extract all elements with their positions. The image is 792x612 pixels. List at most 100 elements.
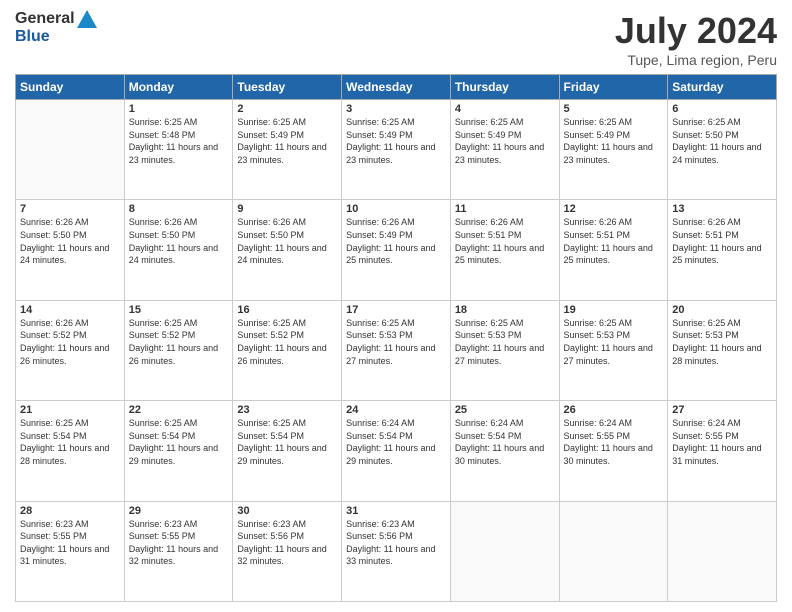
day-info: Sunrise: 6:26 AM Sunset: 5:50 PM Dayligh…	[129, 216, 229, 266]
logo: General Blue	[15, 10, 97, 46]
page: General Blue July 2024 Tupe, Lima region…	[0, 0, 792, 612]
calendar-cell: 12 Sunrise: 6:26 AM Sunset: 5:51 PM Dayl…	[559, 200, 668, 300]
calendar-cell	[450, 501, 559, 601]
calendar-cell: 20 Sunrise: 6:25 AM Sunset: 5:53 PM Dayl…	[668, 300, 777, 400]
day-number: 13	[672, 203, 772, 215]
calendar-week-2: 14 Sunrise: 6:26 AM Sunset: 5:52 PM Dayl…	[16, 300, 777, 400]
day-info: Sunrise: 6:26 AM Sunset: 5:51 PM Dayligh…	[672, 216, 772, 266]
calendar-cell	[16, 100, 125, 200]
day-info: Sunrise: 6:26 AM Sunset: 5:51 PM Dayligh…	[564, 216, 664, 266]
calendar-header-thursday: Thursday	[450, 75, 559, 100]
day-info: Sunrise: 6:25 AM Sunset: 5:54 PM Dayligh…	[237, 417, 337, 467]
day-info: Sunrise: 6:25 AM Sunset: 5:49 PM Dayligh…	[237, 116, 337, 166]
day-number: 25	[455, 404, 555, 416]
day-info: Sunrise: 6:26 AM Sunset: 5:51 PM Dayligh…	[455, 216, 555, 266]
day-number: 17	[346, 304, 446, 316]
calendar-cell: 6 Sunrise: 6:25 AM Sunset: 5:50 PM Dayli…	[668, 100, 777, 200]
day-number: 12	[564, 203, 664, 215]
day-info: Sunrise: 6:25 AM Sunset: 5:50 PM Dayligh…	[672, 116, 772, 166]
day-info: Sunrise: 6:24 AM Sunset: 5:54 PM Dayligh…	[346, 417, 446, 467]
calendar-cell: 18 Sunrise: 6:25 AM Sunset: 5:53 PM Dayl…	[450, 300, 559, 400]
day-info: Sunrise: 6:25 AM Sunset: 5:53 PM Dayligh…	[672, 317, 772, 367]
day-info: Sunrise: 6:25 AM Sunset: 5:53 PM Dayligh…	[346, 317, 446, 367]
header: General Blue July 2024 Tupe, Lima region…	[15, 10, 777, 68]
calendar-cell: 26 Sunrise: 6:24 AM Sunset: 5:55 PM Dayl…	[559, 401, 668, 501]
calendar-cell: 8 Sunrise: 6:26 AM Sunset: 5:50 PM Dayli…	[124, 200, 233, 300]
day-info: Sunrise: 6:24 AM Sunset: 5:54 PM Dayligh…	[455, 417, 555, 467]
calendar-cell: 25 Sunrise: 6:24 AM Sunset: 5:54 PM Dayl…	[450, 401, 559, 501]
day-number: 3	[346, 103, 446, 115]
day-number: 27	[672, 404, 772, 416]
logo-icon	[77, 10, 97, 28]
day-number: 29	[129, 505, 229, 517]
calendar-cell: 30 Sunrise: 6:23 AM Sunset: 5:56 PM Dayl…	[233, 501, 342, 601]
day-number: 20	[672, 304, 772, 316]
calendar-header-saturday: Saturday	[668, 75, 777, 100]
calendar-cell	[668, 501, 777, 601]
day-info: Sunrise: 6:25 AM Sunset: 5:52 PM Dayligh…	[237, 317, 337, 367]
title-section: July 2024 Tupe, Lima region, Peru	[615, 10, 777, 68]
calendar-cell: 13 Sunrise: 6:26 AM Sunset: 5:51 PM Dayl…	[668, 200, 777, 300]
logo-blue: Blue	[15, 28, 50, 45]
day-info: Sunrise: 6:25 AM Sunset: 5:49 PM Dayligh…	[564, 116, 664, 166]
day-number: 5	[564, 103, 664, 115]
day-number: 23	[237, 404, 337, 416]
calendar-cell: 3 Sunrise: 6:25 AM Sunset: 5:49 PM Dayli…	[342, 100, 451, 200]
day-info: Sunrise: 6:25 AM Sunset: 5:53 PM Dayligh…	[455, 317, 555, 367]
day-number: 1	[129, 103, 229, 115]
day-number: 8	[129, 203, 229, 215]
day-number: 22	[129, 404, 229, 416]
calendar-cell: 16 Sunrise: 6:25 AM Sunset: 5:52 PM Dayl…	[233, 300, 342, 400]
day-info: Sunrise: 6:25 AM Sunset: 5:54 PM Dayligh…	[129, 417, 229, 467]
day-number: 31	[346, 505, 446, 517]
calendar-cell: 23 Sunrise: 6:25 AM Sunset: 5:54 PM Dayl…	[233, 401, 342, 501]
day-number: 21	[20, 404, 120, 416]
day-info: Sunrise: 6:26 AM Sunset: 5:50 PM Dayligh…	[20, 216, 120, 266]
location: Tupe, Lima region, Peru	[615, 52, 777, 68]
calendar-cell: 21 Sunrise: 6:25 AM Sunset: 5:54 PM Dayl…	[16, 401, 125, 501]
day-number: 30	[237, 505, 337, 517]
day-info: Sunrise: 6:25 AM Sunset: 5:48 PM Dayligh…	[129, 116, 229, 166]
day-number: 24	[346, 404, 446, 416]
calendar-cell: 9 Sunrise: 6:26 AM Sunset: 5:50 PM Dayli…	[233, 200, 342, 300]
day-number: 14	[20, 304, 120, 316]
calendar-cell: 22 Sunrise: 6:25 AM Sunset: 5:54 PM Dayl…	[124, 401, 233, 501]
day-info: Sunrise: 6:25 AM Sunset: 5:52 PM Dayligh…	[129, 317, 229, 367]
day-info: Sunrise: 6:26 AM Sunset: 5:52 PM Dayligh…	[20, 317, 120, 367]
calendar-header-monday: Monday	[124, 75, 233, 100]
day-number: 28	[20, 505, 120, 517]
calendar-cell: 17 Sunrise: 6:25 AM Sunset: 5:53 PM Dayl…	[342, 300, 451, 400]
day-number: 4	[455, 103, 555, 115]
calendar-cell: 27 Sunrise: 6:24 AM Sunset: 5:55 PM Dayl…	[668, 401, 777, 501]
day-info: Sunrise: 6:25 AM Sunset: 5:53 PM Dayligh…	[564, 317, 664, 367]
calendar-cell: 24 Sunrise: 6:24 AM Sunset: 5:54 PM Dayl…	[342, 401, 451, 501]
calendar-week-0: 1 Sunrise: 6:25 AM Sunset: 5:48 PM Dayli…	[16, 100, 777, 200]
logo-general: General	[15, 10, 75, 28]
day-number: 19	[564, 304, 664, 316]
calendar-header-wednesday: Wednesday	[342, 75, 451, 100]
calendar-cell: 5 Sunrise: 6:25 AM Sunset: 5:49 PM Dayli…	[559, 100, 668, 200]
day-number: 2	[237, 103, 337, 115]
day-info: Sunrise: 6:25 AM Sunset: 5:49 PM Dayligh…	[455, 116, 555, 166]
day-info: Sunrise: 6:26 AM Sunset: 5:49 PM Dayligh…	[346, 216, 446, 266]
calendar-cell: 10 Sunrise: 6:26 AM Sunset: 5:49 PM Dayl…	[342, 200, 451, 300]
day-info: Sunrise: 6:26 AM Sunset: 5:50 PM Dayligh…	[237, 216, 337, 266]
calendar-cell: 14 Sunrise: 6:26 AM Sunset: 5:52 PM Dayl…	[16, 300, 125, 400]
day-number: 16	[237, 304, 337, 316]
day-info: Sunrise: 6:24 AM Sunset: 5:55 PM Dayligh…	[564, 417, 664, 467]
calendar-cell: 19 Sunrise: 6:25 AM Sunset: 5:53 PM Dayl…	[559, 300, 668, 400]
calendar-cell: 31 Sunrise: 6:23 AM Sunset: 5:56 PM Dayl…	[342, 501, 451, 601]
calendar-cell: 28 Sunrise: 6:23 AM Sunset: 5:55 PM Dayl…	[16, 501, 125, 601]
day-info: Sunrise: 6:25 AM Sunset: 5:49 PM Dayligh…	[346, 116, 446, 166]
calendar-header-row: SundayMondayTuesdayWednesdayThursdayFrid…	[16, 75, 777, 100]
day-info: Sunrise: 6:23 AM Sunset: 5:56 PM Dayligh…	[346, 518, 446, 568]
calendar-week-1: 7 Sunrise: 6:26 AM Sunset: 5:50 PM Dayli…	[16, 200, 777, 300]
day-info: Sunrise: 6:24 AM Sunset: 5:55 PM Dayligh…	[672, 417, 772, 467]
calendar: SundayMondayTuesdayWednesdayThursdayFrid…	[15, 74, 777, 602]
day-number: 26	[564, 404, 664, 416]
calendar-cell: 7 Sunrise: 6:26 AM Sunset: 5:50 PM Dayli…	[16, 200, 125, 300]
calendar-week-4: 28 Sunrise: 6:23 AM Sunset: 5:55 PM Dayl…	[16, 501, 777, 601]
month-title: July 2024	[615, 10, 777, 52]
day-number: 15	[129, 304, 229, 316]
day-number: 11	[455, 203, 555, 215]
